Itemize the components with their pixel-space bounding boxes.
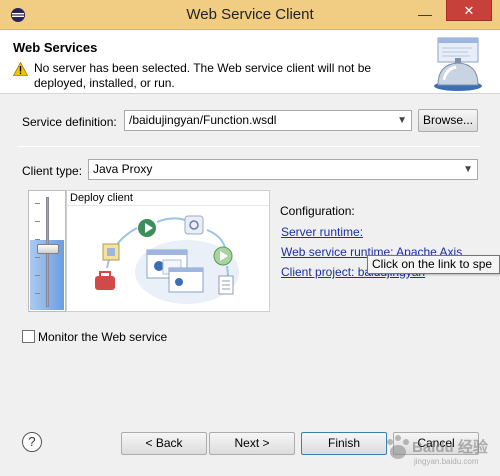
chevron-down-icon: ▼	[463, 164, 473, 175]
slider-tick	[35, 239, 40, 240]
client-type-label: Client type:	[22, 164, 83, 178]
service-definition-label: Service definition:	[22, 115, 117, 129]
package-icon	[102, 243, 120, 261]
minimize-button[interactable]: —	[414, 3, 436, 25]
help-icon[interactable]: ?	[22, 432, 42, 452]
page-title: Web Services	[13, 40, 98, 55]
link-tooltip: Click on the link to spe	[367, 255, 500, 274]
configuration-label: Configuration:	[280, 204, 355, 218]
slider-tick	[35, 293, 40, 294]
run-icon	[213, 246, 233, 266]
service-bell-icon	[434, 37, 482, 91]
title-bar: Web Service Client — ✕	[0, 0, 500, 30]
slider-thumb[interactable]	[37, 244, 59, 254]
chevron-down-icon: ▼	[397, 115, 407, 126]
deploy-icon	[138, 219, 156, 237]
cancel-button[interactable]: Cancel	[393, 432, 479, 455]
warning-message: No server has been selected. The Web ser…	[34, 61, 372, 90]
slider-tick	[35, 203, 40, 204]
back-button[interactable]: < Back	[121, 432, 207, 455]
monitor-label[interactable]: Monitor the Web service	[38, 330, 167, 344]
slider-tick	[35, 221, 40, 222]
finish-button[interactable]: Finish	[301, 432, 387, 455]
slider-tick	[35, 257, 40, 258]
client-type-value: Java Proxy	[93, 162, 153, 176]
toolbox-icon	[95, 271, 115, 290]
document-icon	[218, 275, 234, 295]
monitor-checkbox[interactable]	[22, 330, 35, 343]
service-definition-combo[interactable]: /baidujingyan/Function.wsdl ▼	[124, 110, 412, 131]
browse-button[interactable]: Browse...	[418, 109, 478, 132]
client-level-slider[interactable]	[28, 190, 66, 312]
deploy-preview: Deploy client	[66, 190, 270, 312]
wizard-header: Web Services No server has been selected…	[0, 30, 500, 94]
svg-text:jingyan.baidu.com: jingyan.baidu.com	[413, 457, 479, 466]
server-runtime-link[interactable]: Server runtime:	[281, 225, 363, 239]
client-type-combo[interactable]: Java Proxy ▼	[88, 159, 478, 180]
slider-tick	[35, 275, 40, 276]
next-button[interactable]: Next >	[209, 432, 295, 455]
close-button[interactable]: ✕	[446, 0, 492, 21]
warning-icon	[13, 62, 28, 76]
preview-title: Deploy client	[67, 191, 269, 206]
server-window-icon	[168, 267, 204, 293]
separator	[18, 146, 480, 147]
config-icon	[184, 215, 204, 235]
deploy-cycle-diagram	[95, 215, 239, 304]
service-definition-value: /baidujingyan/Function.wsdl	[129, 113, 277, 127]
